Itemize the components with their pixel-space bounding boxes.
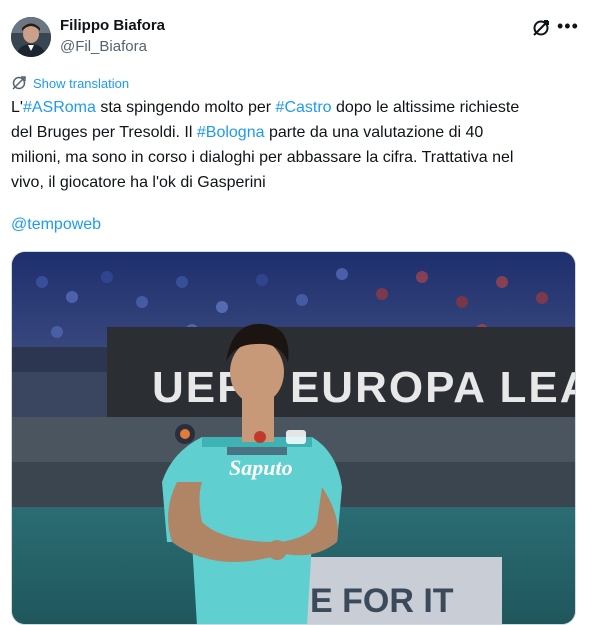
translate-icon [12,76,26,90]
tweet-line: milioni, ma sono in corso i dialoghi per… [11,149,514,166]
author-name[interactable]: Filippo Biafora [60,17,165,34]
text-fragment: L' [11,99,23,116]
photo-illustration: UEFA EUROPA LEAGUE E FOR IT Saputo [12,252,576,624]
banner-text: UEFA EUROPA LEAGUE [152,363,576,412]
tweet-line: L'#ASRoma sta spingendo molto per #Castr… [11,95,586,120]
tweet-text: L'#ASRoma sta spingendo molto per #Castr… [11,95,586,195]
tweet-card: Filippo Biafora @Fil_Biafora ••• Show tr… [0,0,595,625]
mention-tempoweb[interactable]: @tempoweb [11,216,101,234]
text-fragment: sta spingendo molto per [95,99,276,116]
hashtag-bologna[interactable]: #Bologna [197,124,265,141]
grok-icon[interactable] [531,18,551,38]
tweet-line: del Bruges per Tresoldi. Il #Bologna par… [11,120,586,145]
tweet-photo[interactable]: UEFA EUROPA LEAGUE E FOR IT Saputo [11,251,576,625]
author-handle[interactable]: @Fil_Biafora [60,38,147,55]
avatar[interactable] [11,17,51,57]
text-fragment: dopo le altissime richieste [331,99,520,116]
text-fragment: parte da una valutazione di 40 [264,124,484,141]
sponsor-logo: Saputo [229,455,293,480]
hashtag-asroma[interactable]: #ASRoma [23,99,96,116]
show-translation-label: Show translation [33,75,130,91]
text-fragment: del Bruges per Tresoldi. Il [11,124,197,141]
show-translation-button[interactable]: Show translation [11,74,129,92]
more-icon[interactable]: ••• [557,17,579,38]
board-text: E FOR IT [310,582,454,620]
tweet-line: vivo, il giocatore ha l'ok di Gasperini [11,174,266,191]
hashtag-castro[interactable]: #Castro [276,99,332,116]
